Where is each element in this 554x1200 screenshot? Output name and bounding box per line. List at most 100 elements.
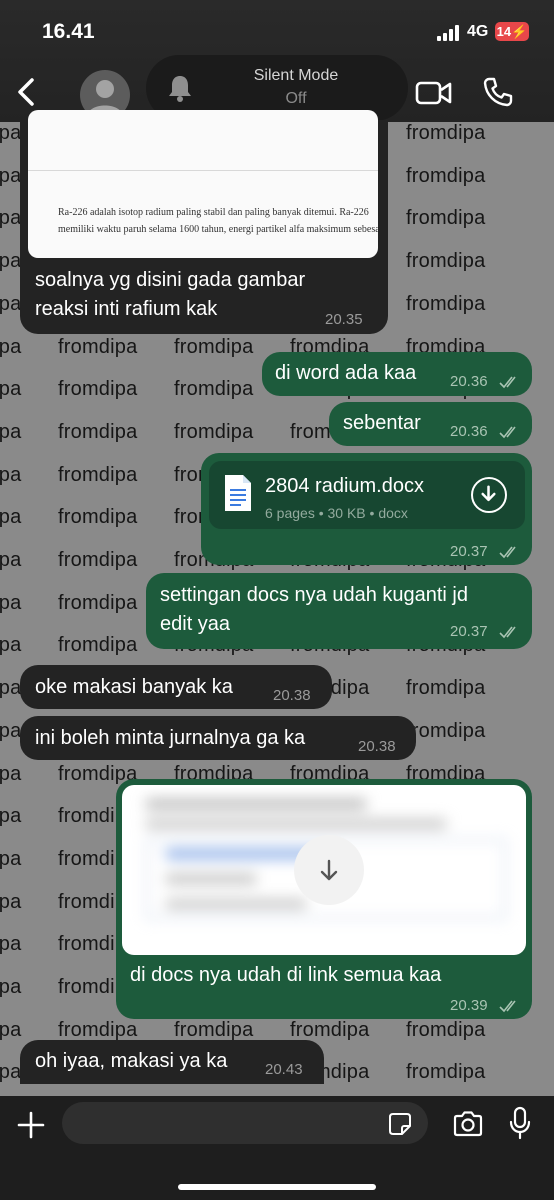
download-button[interactable] <box>294 835 364 905</box>
message-time: 20.43 <box>265 1061 303 1078</box>
message-text: oh iyaa, makasi ya ka <box>35 1050 228 1072</box>
message-text: ini boleh minta jurnalnya ga ka <box>35 727 306 749</box>
wallpaper-watermark: fromdipa <box>0 591 22 614</box>
wallpaper-watermark: fromdipa <box>58 420 138 443</box>
message-composer <box>0 1096 554 1200</box>
wallpaper-watermark: fromdipa <box>0 976 22 998</box>
download-arrow-icon <box>320 859 338 881</box>
network-type: 4G <box>467 23 489 40</box>
message-time: 20.36 <box>450 423 488 440</box>
wallpaper-watermark: fromdipa <box>58 591 138 614</box>
wallpaper-watermark: fromdipa <box>406 1018 486 1041</box>
message-text: sebentar <box>343 412 421 434</box>
home-indicator <box>178 1184 376 1190</box>
message-text: reaksi inti rafium kak <box>35 298 218 320</box>
wallpaper-watermark: fromdipa <box>0 335 22 358</box>
plus-icon[interactable] <box>16 1110 46 1140</box>
chat-header: 16.41 4G 14⚡ Silent Mode Off <box>0 0 554 122</box>
wallpaper-watermark: fromdipa <box>0 805 22 828</box>
wallpaper-watermark: fromdipa <box>406 719 486 742</box>
wallpaper-watermark: fromdipa <box>0 634 22 657</box>
message-bubble-incoming[interactable]: oke makasi banyak ka 20.38 <box>20 665 332 709</box>
wallpaper-watermark: fromdipa <box>0 890 22 913</box>
wallpaper-watermark: fromdipa <box>58 1018 138 1041</box>
message-time: 20.35 <box>325 311 363 328</box>
wallpaper-watermark: fromdipa <box>0 250 22 273</box>
wallpaper-watermark: fromdipa <box>406 292 486 315</box>
video-call-icon[interactable] <box>415 80 453 106</box>
message-bubble-outgoing[interactable]: di word ada kaa 20.36 <box>262 352 532 396</box>
document-text-line: memiliki waktu paruh selama 1600 tahun, … <box>58 224 378 235</box>
blurred-image-preview[interactable] <box>122 785 526 955</box>
wallpaper-watermark: fromdipa <box>0 762 22 785</box>
wallpaper-watermark: fromdipa <box>0 164 22 187</box>
silent-mode-state: Off <box>285 90 307 107</box>
document-text-line: Ra-226 adalah isotop radium paling stabi… <box>58 207 369 218</box>
wallpaper-watermark: fromdipa <box>406 1061 486 1084</box>
wallpaper-watermark: fromdipa <box>58 335 138 358</box>
silent-mode-title: Silent Mode <box>253 67 339 84</box>
message-time: 20.38 <box>273 687 311 704</box>
microphone-icon[interactable] <box>508 1106 532 1140</box>
wallpaper-watermark: fromdipa <box>406 250 486 273</box>
wallpaper-watermark: fromdipa <box>174 1018 254 1041</box>
document-file-icon <box>225 475 251 511</box>
message-input[interactable] <box>62 1102 428 1144</box>
wallpaper-watermark: fromdipa <box>406 207 486 230</box>
message-bubble-outgoing[interactable]: 2804 radium.docx 6 pages • 30 KB • docx … <box>201 453 532 565</box>
wallpaper-watermark: fromdipa <box>0 1061 22 1084</box>
wallpaper-watermark: fromdipa <box>406 164 486 187</box>
read-ticks-icon <box>499 1000 516 1013</box>
wallpaper-watermark: fromdipa <box>0 933 22 956</box>
read-ticks-icon <box>499 376 516 389</box>
wallpaper-watermark: fromdipa <box>406 677 486 700</box>
wallpaper-watermark: fromdipa <box>174 378 254 401</box>
wallpaper-watermark: fromdipa <box>0 549 22 571</box>
battery-icon: 14⚡ <box>495 22 529 41</box>
wallpaper-watermark: fromdipa <box>0 1018 22 1041</box>
read-ticks-icon <box>499 626 516 639</box>
message-time: 20.38 <box>358 738 396 755</box>
message-text: di docs nya udah di link semua kaa <box>130 964 442 986</box>
bell-icon <box>169 76 191 102</box>
wallpaper-watermark: fromdipa <box>0 378 22 401</box>
message-text: di word ada kaa <box>275 362 417 384</box>
message-bubble-outgoing[interactable]: sebentar 20.36 <box>329 402 532 446</box>
message-bubble-incoming[interactable]: ini boleh minta jurnalnya ga ka 20.38 <box>20 716 416 760</box>
wallpaper-watermark: fromdipa <box>58 378 138 401</box>
download-button[interactable] <box>471 477 507 513</box>
wallpaper-watermark: fromdipa <box>58 549 138 571</box>
signal-icon <box>437 25 463 41</box>
wallpaper-watermark: fromdipa <box>0 292 22 315</box>
wallpaper-watermark: fromdipa <box>58 463 138 486</box>
wallpaper-watermark: fromdipa <box>58 634 138 657</box>
message-bubble-incoming[interactable]: Ra-226 adalah isotop radium paling stabi… <box>20 110 388 334</box>
message-bubble-outgoing[interactable]: di docs nya udah di link semua kaa 20.39 <box>116 779 532 1019</box>
back-arrow-icon[interactable] <box>12 72 42 112</box>
message-time: 20.37 <box>450 543 488 560</box>
message-bubble-outgoing[interactable]: settingan docs nya udah kuganti jd edit … <box>146 573 532 649</box>
message-time: 20.39 <box>450 997 488 1014</box>
download-arrow-icon <box>481 485 496 502</box>
wallpaper-watermark: fromdipa <box>0 506 22 529</box>
wallpaper-watermark: fromdipa <box>0 207 22 230</box>
file-name: 2804 radium.docx <box>265 475 424 497</box>
wallpaper-watermark: fromdipa <box>58 506 138 529</box>
file-meta: 6 pages • 30 KB • docx <box>265 505 408 521</box>
phone-call-icon[interactable] <box>482 76 514 108</box>
document-photo[interactable]: Ra-226 adalah isotop radium paling stabi… <box>28 110 378 258</box>
file-attachment[interactable]: 2804 radium.docx 6 pages • 30 KB • docx <box>209 461 525 529</box>
battery-level: 14 <box>496 24 512 39</box>
wallpaper-watermark: fromdipa <box>0 463 22 486</box>
camera-icon[interactable] <box>452 1110 484 1138</box>
wallpaper-watermark: fromdipa <box>0 122 22 144</box>
wallpaper-watermark: fromdipa <box>174 420 254 443</box>
status-time: 16.41 <box>42 20 95 43</box>
wallpaper-watermark: fromdipa <box>406 122 486 144</box>
sticker-icon[interactable] <box>388 1112 412 1136</box>
read-ticks-icon <box>499 426 516 439</box>
wallpaper-watermark: fromdipa <box>0 719 22 742</box>
wallpaper-watermark: fromdipa <box>174 335 254 358</box>
message-bubble-incoming[interactable]: oh iyaa, makasi ya ka 20.43 <box>20 1040 324 1084</box>
wallpaper-watermark: fromdipa <box>290 1018 370 1041</box>
